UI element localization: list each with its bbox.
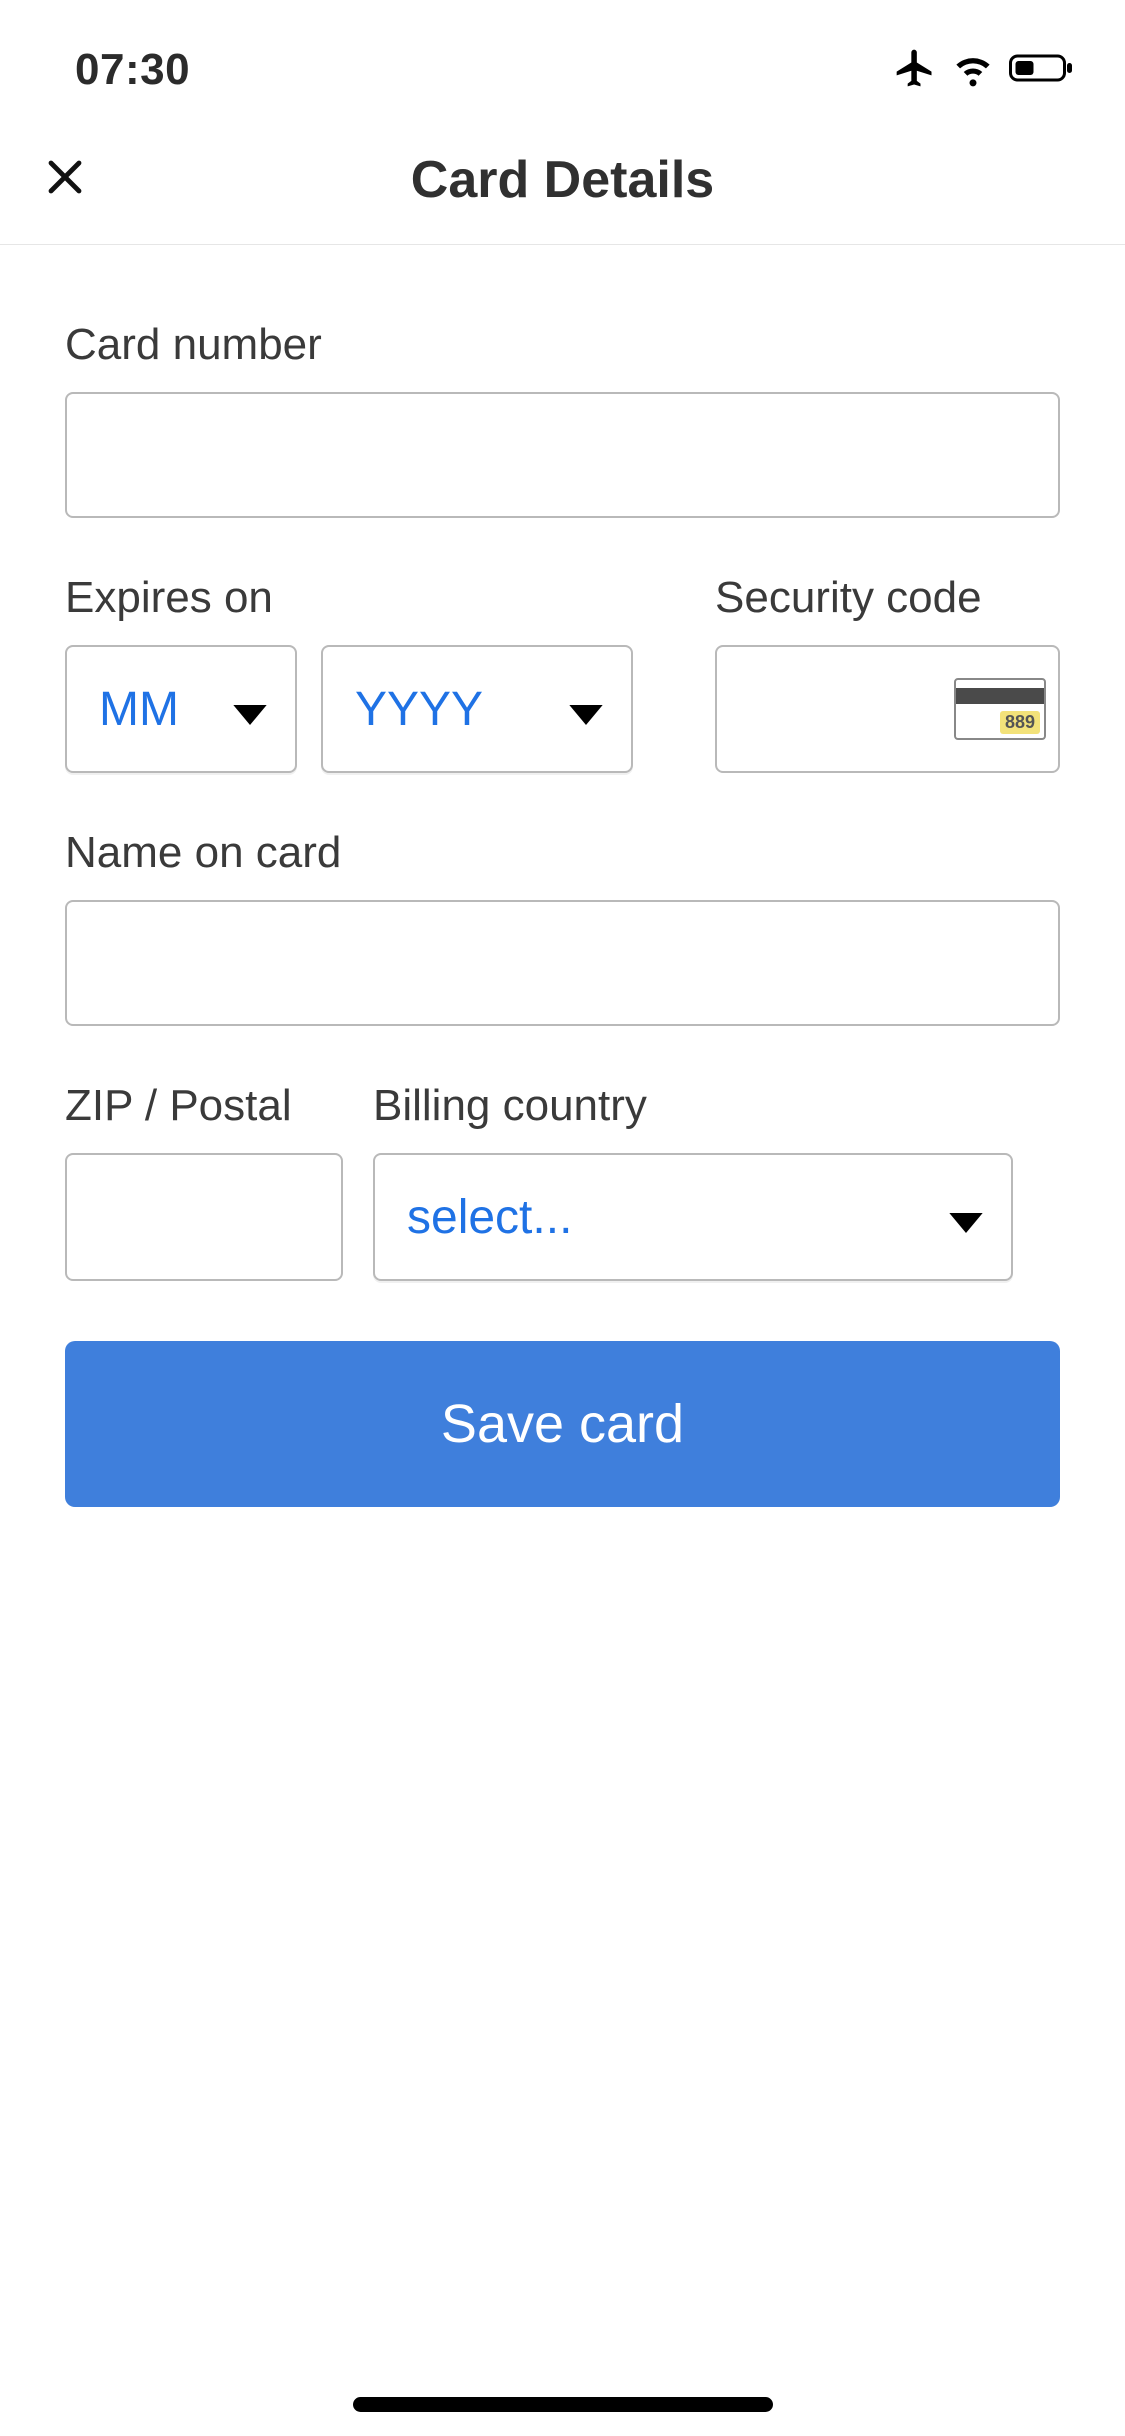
billing-country-placeholder: select... bbox=[407, 1190, 572, 1245]
cvv-hint-text: 889 bbox=[1000, 711, 1040, 734]
status-time: 07:30 bbox=[75, 45, 190, 95]
save-card-button[interactable]: Save card bbox=[65, 1341, 1060, 1507]
expiry-month-placeholder: MM bbox=[99, 682, 179, 737]
page-title: Card Details bbox=[0, 150, 1125, 210]
expiry-month-select[interactable]: MM bbox=[65, 645, 297, 773]
billing-country-label: Billing country bbox=[373, 1081, 1060, 1131]
zip-input[interactable] bbox=[65, 1153, 343, 1281]
chevron-down-icon bbox=[949, 1190, 983, 1245]
card-number-label: Card number bbox=[65, 320, 1060, 370]
expires-label: Expires on bbox=[65, 573, 685, 623]
name-on-card-label: Name on card bbox=[65, 828, 1060, 878]
airplane-mode-icon bbox=[893, 46, 937, 95]
chevron-down-icon bbox=[233, 682, 267, 737]
billing-country-select[interactable]: select... bbox=[373, 1153, 1013, 1281]
close-icon bbox=[41, 153, 89, 206]
card-number-input[interactable] bbox=[65, 392, 1060, 518]
cvv-card-icon: 889 bbox=[954, 678, 1046, 740]
battery-icon bbox=[1009, 52, 1075, 89]
page-header: Card Details bbox=[0, 115, 1125, 245]
wifi-icon bbox=[952, 47, 994, 94]
status-icons bbox=[893, 46, 1075, 95]
close-button[interactable] bbox=[35, 150, 95, 210]
status-bar: 07:30 bbox=[0, 0, 1125, 115]
chevron-down-icon bbox=[569, 682, 603, 737]
security-code-label: Security code bbox=[715, 573, 1060, 623]
card-form: Card number Expires on MM YYYY bbox=[0, 245, 1125, 1507]
expiry-year-placeholder: YYYY bbox=[355, 682, 483, 737]
home-indicator[interactable] bbox=[353, 2397, 773, 2412]
zip-label: ZIP / Postal bbox=[65, 1081, 343, 1131]
expiry-year-select[interactable]: YYYY bbox=[321, 645, 633, 773]
name-on-card-input[interactable] bbox=[65, 900, 1060, 1026]
